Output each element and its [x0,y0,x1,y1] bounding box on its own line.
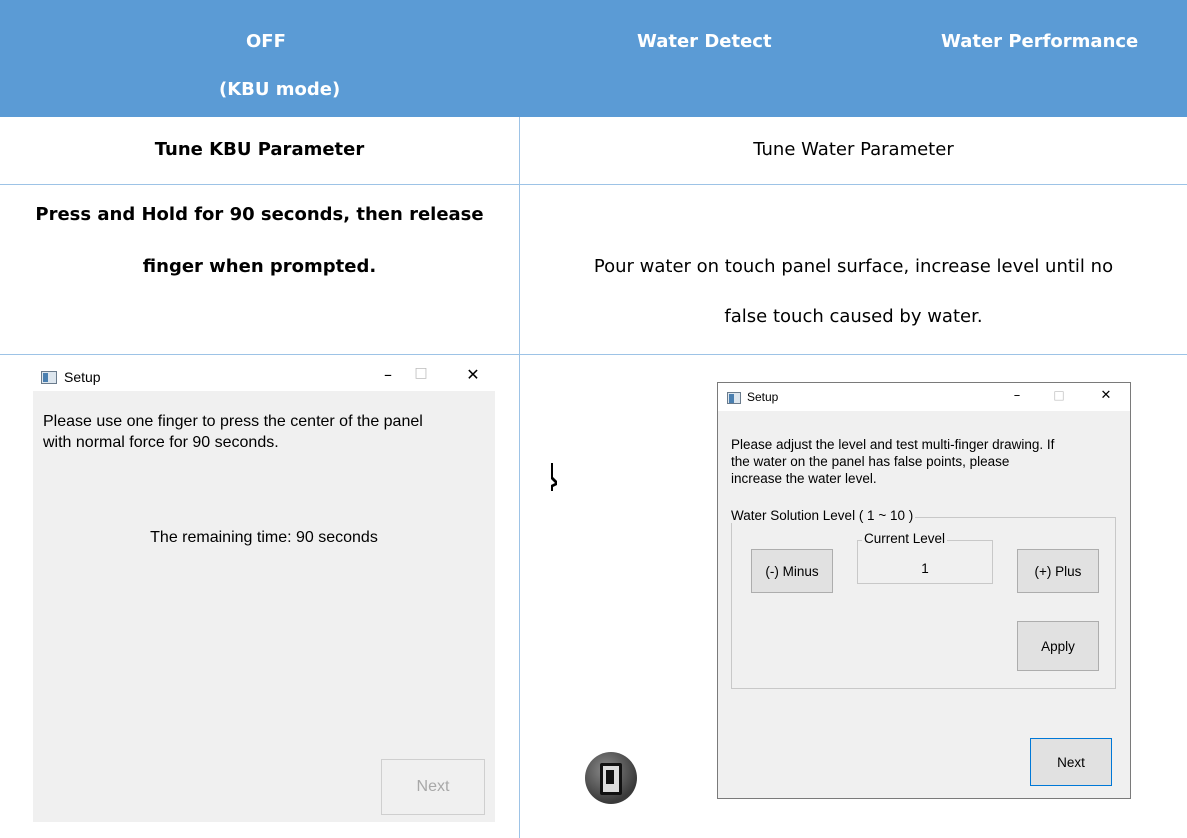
tune-kbu-parameter-label: Tune KBU Parameter [154,139,365,160]
app-icon [41,371,57,384]
next-button[interactable]: Next [1030,738,1112,786]
apply-button[interactable]: Apply [1017,621,1099,671]
cursor-glyph-icon [551,463,557,491]
dialog-title: Setup [64,369,101,385]
row-divider [0,354,1187,355]
plus-button[interactable]: (+) Plus [1017,549,1099,593]
tune-water-parameter-label: Tune Water Parameter [753,139,954,160]
water-dialog-message-line3: increase the water level. [731,471,877,486]
current-level-label: Current Level [862,531,948,546]
remaining-time-text: The remaining time: 90 seconds [150,529,378,546]
document-icon [600,763,622,795]
current-level-box: Current Level 1 [857,531,993,584]
water-level-group: Water Solution Level ( 1 ~ 10 ) (-) Minu… [729,508,1116,689]
dialog-title: Setup [747,390,779,404]
kbu-dialog-message-line1: Please use one finger to press the cente… [43,413,423,430]
maximize-icon: □ [1053,388,1065,402]
kbu-dialog-message-line2: with normal force for 90 seconds. [43,434,279,451]
dialog-titlebar[interactable]: Setup – □ ✕ [718,383,1130,411]
row-divider [0,184,1187,185]
header-off-label: OFF [246,31,286,52]
close-icon[interactable]: ✕ [461,365,485,384]
table-header-row: OFF (KBU mode) Water Detect Water Perfor… [0,0,1187,117]
water-dialog-message-line1: Please adjust the level and test multi-f… [731,437,1055,452]
water-setup-dialog: Setup – □ ✕ Please adjust the level and … [717,382,1131,799]
kbu-instruction-line1: Press and Hold for 90 seconds, then rele… [35,204,484,225]
header-kbu-mode-label: (KBU mode) [219,79,341,100]
dialog-titlebar[interactable]: Setup – □ ✕ [33,359,495,391]
close-icon[interactable]: ✕ [1096,388,1116,403]
water-instruction-line1: Pour water on touch panel surface, incre… [593,256,1114,277]
header-water-performance-label: Water Performance [941,31,1139,52]
water-dialog-message: Please adjust the level and test multi-f… [731,436,1126,487]
water-instruction-line2: false touch caused by water. [724,306,983,327]
water-level-group-label: Water Solution Level ( 1 ~ 10 ) [729,508,916,523]
current-level-value: 1 [921,561,929,576]
water-dialog-message-line2: the water on the panel has false points,… [731,454,1010,469]
column-divider [519,117,520,838]
header-water-detect-label: Water Detect [637,31,772,52]
app-icon [727,392,741,404]
kbu-instruction-line2: finger when prompted. [142,256,377,277]
minimize-icon[interactable]: – [1007,388,1027,403]
minus-button[interactable]: (-) Minus [751,549,833,593]
maximize-icon: □ [414,365,428,381]
minimize-icon[interactable]: – [376,365,400,384]
floating-document-icon[interactable] [585,752,637,804]
kbu-setup-dialog: Setup – □ ✕ Please use one finger to pre… [33,359,495,822]
kbu-dialog-message: Please use one finger to press the cente… [43,411,493,453]
next-button-disabled: Next [381,759,485,815]
